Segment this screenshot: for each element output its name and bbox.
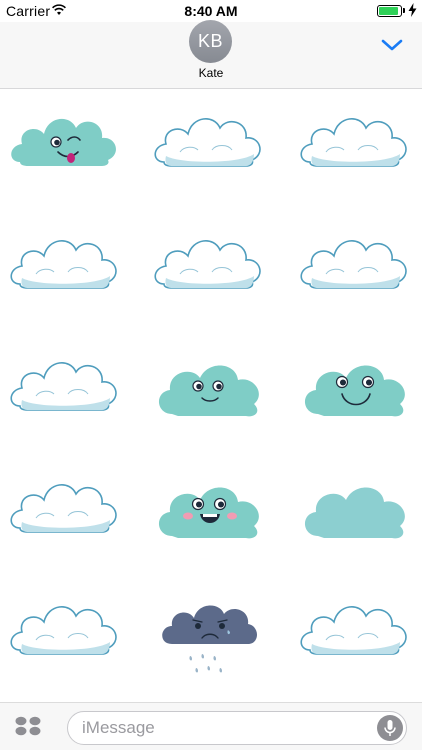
battery-cap — [403, 8, 405, 13]
sticker-cloud-small-rounded[interactable] — [296, 216, 416, 316]
sticker-cloud-long-flat[interactable] — [6, 338, 126, 438]
cloud-icon — [300, 240, 407, 289]
sticker-cloud-wide-flat[interactable] — [150, 94, 270, 194]
cloud-icon — [10, 484, 117, 533]
sticker-cloud-tall-puffy[interactable] — [6, 216, 126, 316]
battery-icon — [377, 5, 402, 17]
microphone-icon — [384, 720, 396, 736]
sticker-cloud-winking-tongue[interactable] — [6, 94, 126, 194]
sticker-cloud-fluffy[interactable] — [6, 582, 126, 682]
sticker-cloud-sad-rain[interactable] — [150, 582, 270, 682]
cloud-icon — [304, 365, 405, 417]
charging-bolt-icon — [408, 3, 417, 17]
cloud-icon — [10, 240, 117, 289]
message-field[interactable] — [67, 711, 407, 745]
cloud-icon — [154, 240, 261, 289]
cloud-icon — [154, 118, 261, 167]
cloud-icon — [300, 118, 407, 167]
status-bar: Carrier 8:40 AM — [0, 0, 422, 22]
cloud-icon — [11, 118, 116, 166]
cloud-icon — [158, 365, 259, 417]
sticker-cloud-smiling[interactable] — [150, 338, 270, 438]
sticker-cloud-medium[interactable] — [150, 216, 270, 316]
cloud-icon — [300, 606, 407, 655]
battery-level — [379, 7, 398, 15]
cloud-icon — [304, 487, 405, 539]
cloud-icon — [162, 605, 257, 673]
sticker-grid — [0, 90, 422, 702]
message-input[interactable] — [82, 712, 372, 744]
app-drawer-icon[interactable] — [14, 715, 42, 737]
status-time: 8:40 AM — [184, 3, 238, 19]
sticker-cloud-solid-teal[interactable] — [296, 460, 416, 560]
conversation-header: KB Kate — [0, 20, 422, 89]
sticker-cloud-big-smile[interactable] — [296, 338, 416, 438]
avatar[interactable]: KB — [189, 20, 232, 63]
sticker-cloud-small-puff[interactable] — [296, 94, 416, 194]
cloud-icon — [10, 362, 117, 411]
sticker-cloud-laughing-blush[interactable] — [150, 460, 270, 560]
cloud-icon — [10, 606, 117, 655]
cloud-icon — [158, 487, 259, 539]
sticker-cloud-wispy[interactable] — [6, 460, 126, 560]
chevron-down-icon[interactable] — [381, 38, 403, 52]
sticker-cloud-layered[interactable] — [296, 582, 416, 682]
contact-name[interactable]: Kate — [0, 66, 422, 80]
mic-button[interactable] — [377, 715, 403, 741]
message-input-bar — [0, 702, 422, 750]
